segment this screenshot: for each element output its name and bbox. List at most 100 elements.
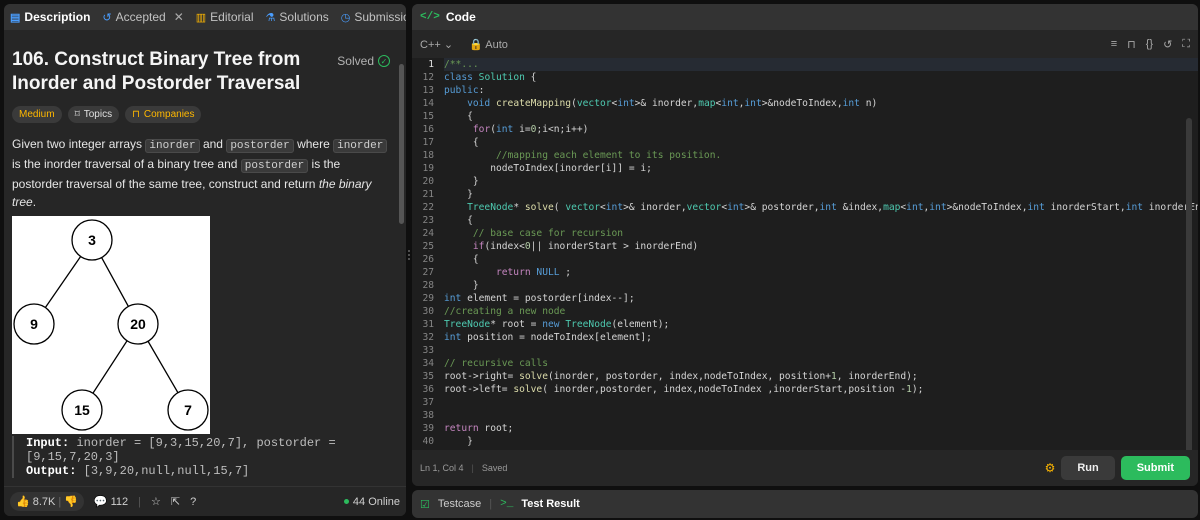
code-line[interactable]: 22 TreeNode* solve( vector<int>& inorder… <box>412 201 1198 214</box>
difficulty-badge[interactable]: Medium <box>12 106 62 123</box>
code-text: void createMapping(vector<int>& inorder,… <box>467 98 878 109</box>
code-line[interactable]: 27 return NULL ; <box>412 266 1198 279</box>
description-scrollbar[interactable] <box>399 64 404 224</box>
problem-title: 106. Construct Binary Tree from Inorder … <box>12 49 301 94</box>
line-number: 14 <box>422 98 434 109</box>
reset-icon[interactable]: ↺ <box>1163 38 1172 51</box>
code-line[interactable]: 13 public: <box>412 84 1198 97</box>
tree-diagram: 3 9 20 15 7 <box>12 216 210 434</box>
code-line[interactable]: 36 root->left= solve( inorder,postorder, … <box>412 383 1198 396</box>
fullscreen-icon[interactable]: ⛶ <box>1182 38 1190 51</box>
auto-mode[interactable]: 🔒 Auto <box>469 38 508 51</box>
format-icon[interactable]: ≡ <box>1111 38 1117 51</box>
tab-editorial[interactable]: ▥ Editorial <box>190 4 260 30</box>
code-line[interactable]: 28 } <box>412 279 1198 292</box>
tab-test-result[interactable]: Test Result <box>521 498 579 510</box>
tab-description[interactable]: ▤ Description <box>4 4 96 30</box>
line-number: 18 <box>422 150 434 161</box>
code-text: { <box>444 137 479 148</box>
line-number: 20 <box>422 176 434 187</box>
code-line[interactable]: 23 { <box>412 214 1198 227</box>
braces-icon[interactable]: {} <box>1146 38 1153 51</box>
line-number: 38 <box>422 410 434 421</box>
line-number: 23 <box>422 215 434 226</box>
code-panel: </> Code C++ ⌄ 🔒 Auto ≡ ⊓ {} ↺ ⛶ 1 /**...… <box>412 4 1198 486</box>
topics-tag[interactable]: ⌑ Topics <box>67 106 120 123</box>
star-icon[interactable]: ☆ <box>151 495 161 508</box>
close-icon[interactable]: ✕ <box>174 10 184 24</box>
code-line[interactable]: 12 class Solution { <box>412 71 1198 84</box>
code-line[interactable]: 39 return root; <box>412 422 1198 435</box>
code-editor[interactable]: 1/**... 12 class Solution {13 public: 14 voi… <box>412 58 1198 450</box>
line-number: 1 <box>428 59 434 70</box>
code-lines: 1/**... 12 class Solution {13 public: 14 voi… <box>412 58 1198 448</box>
code-line[interactable]: 26 { <box>412 253 1198 266</box>
code-line[interactable]: 21 } <box>412 188 1198 201</box>
tab-submissions[interactable]: ◷ Submission <box>335 4 406 30</box>
checkbox-icon: ☑ <box>420 498 430 511</box>
code-line[interactable]: 33 <box>412 344 1198 357</box>
code-text: //creating a new node <box>444 306 566 317</box>
thumbs-down-icon[interactable]: 👎 <box>64 495 78 508</box>
code-line[interactable]: 31 TreeNode* root = new TreeNode(element)… <box>412 318 1198 331</box>
line-number: 33 <box>422 345 434 356</box>
code-line[interactable]: 40 } <box>412 435 1198 448</box>
code-line[interactable]: 34 // recursive calls <box>412 357 1198 370</box>
debug-icon[interactable]: ⚙ <box>1045 461 1056 475</box>
language-select[interactable]: C++ ⌄ <box>420 38 453 51</box>
thumbs-up-icon[interactable]: 👍 <box>16 495 30 508</box>
code-line[interactable]: 15 { <box>412 110 1198 123</box>
tree-node-label: 20 <box>130 316 146 332</box>
code-text: // base case for recursion <box>472 228 624 239</box>
code-inorder: inorder <box>145 139 200 153</box>
code-line[interactable]: 19 nodeToIndex[inorder[i]] = i; <box>412 162 1198 175</box>
code-line[interactable]: 18 //mapping each element to its positio… <box>412 149 1198 162</box>
code-line[interactable]: 14 void createMapping(vector<int>& inord… <box>412 97 1198 110</box>
tab-solutions[interactable]: ⚗ Solutions <box>260 4 335 30</box>
code-text: public: <box>444 85 485 96</box>
bookmark-icon[interactable]: ⊓ <box>1127 38 1136 51</box>
code-line[interactable]: 1 /**... <box>412 58 1198 71</box>
document-icon: ▤ <box>10 11 21 24</box>
help-icon[interactable]: ? <box>190 496 196 508</box>
share-icon[interactable]: ⇱ <box>171 495 180 508</box>
line-number: 19 <box>422 163 434 174</box>
problem-panel: ▤ Description ↺ Accepted ✕ ▥ Editorial ⚗… <box>4 4 406 516</box>
code-text: TreeNode* solve( vector<int>& inorder,ve… <box>467 202 1198 213</box>
code-line[interactable]: 29 int element = postorder[index--]; <box>412 292 1198 305</box>
line-number: 16 <box>422 124 434 135</box>
code-line[interactable]: 16 for(int i=0;i<n;i++) <box>412 123 1198 136</box>
line-number: 24 <box>422 228 434 239</box>
comments-button[interactable]: 💬 112 <box>93 495 128 509</box>
code-line[interactable]: 35 root->right= solve(inorder, postorder,… <box>412 370 1198 383</box>
clock-icon: ◷ <box>340 11 351 24</box>
code-line[interactable]: 38 <box>412 409 1198 422</box>
editor-scrollbar[interactable] <box>1186 118 1192 450</box>
tree-node-label: 7 <box>184 402 192 418</box>
submit-button[interactable]: Submit <box>1120 456 1190 480</box>
code-text: { <box>444 254 479 265</box>
code-inorder: inorder <box>333 139 388 153</box>
comment-icon: 💬 <box>93 496 108 508</box>
tab-accepted[interactable]: ↺ Accepted ✕ <box>96 4 189 30</box>
code-icon: </> <box>420 11 440 23</box>
code-line[interactable]: 17 { <box>412 136 1198 149</box>
panel-splitter[interactable] <box>407 250 411 264</box>
code-line[interactable]: 30 //creating a new node <box>412 305 1198 318</box>
companies-tag[interactable]: ⊓ Companies <box>125 106 202 123</box>
line-number: 32 <box>422 332 434 343</box>
code-text: return root; <box>444 423 514 434</box>
example-input: Input: inorder = [9,3,15,20,7], postorde… <box>26 436 336 464</box>
tab-testcase[interactable]: Testcase <box>438 498 481 510</box>
code-line[interactable]: 20 } <box>412 175 1198 188</box>
code-text: } <box>444 436 473 447</box>
run-button[interactable]: Run <box>1061 456 1115 480</box>
line-number: 26 <box>422 254 434 265</box>
code-line[interactable]: 32 int position = nodeToIndex[element]; <box>412 331 1198 344</box>
line-number: 35 <box>422 371 434 382</box>
code-line[interactable]: 37 <box>412 396 1198 409</box>
code-line[interactable]: 24 // base case for recursion <box>412 227 1198 240</box>
code-text: // recursive calls <box>444 358 548 369</box>
code-line[interactable]: 25 if(index<0|| inorderStart > inorderEn… <box>412 240 1198 253</box>
line-number: 34 <box>422 358 434 369</box>
